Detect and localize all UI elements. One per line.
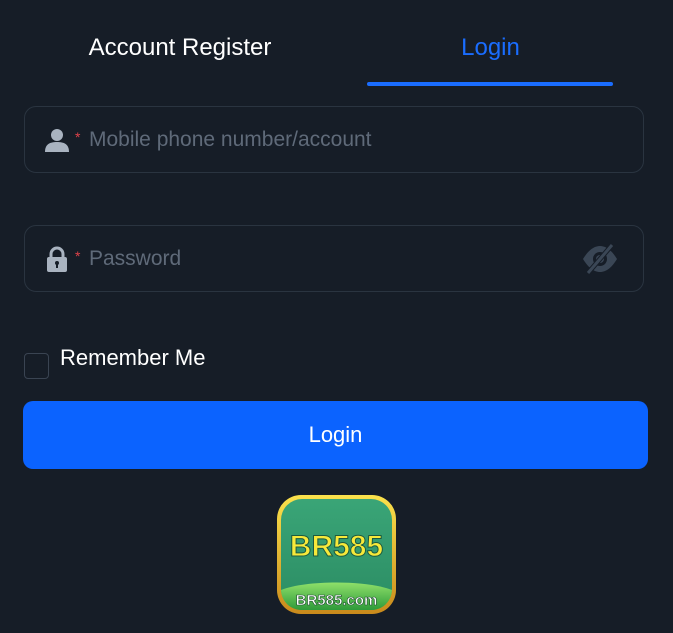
account-input[interactable] — [89, 107, 569, 172]
required-mark: * — [75, 248, 81, 264]
password-field[interactable]: * — [24, 225, 644, 292]
required-mark: * — [75, 129, 81, 145]
lock-icon — [44, 246, 70, 272]
user-icon — [44, 127, 70, 153]
logo-main-text: BR585 — [290, 530, 383, 563]
tab-login[interactable]: Login — [368, 30, 613, 66]
tab-account-register[interactable]: Account Register — [0, 30, 360, 66]
logo-sub-text: BR585.com — [296, 592, 378, 609]
account-field[interactable]: * — [24, 106, 644, 173]
login-page: Account Register Login * * — [0, 0, 673, 633]
br585-logo: BR585 BR585.com — [276, 494, 397, 615]
password-input[interactable] — [89, 226, 569, 291]
login-button[interactable]: Login — [23, 401, 648, 469]
active-tab-indicator — [367, 82, 613, 86]
remember-me-checkbox[interactable] — [24, 353, 49, 379]
remember-me-label[interactable]: Remember Me — [60, 344, 205, 372]
eye-off-icon[interactable] — [581, 242, 619, 276]
